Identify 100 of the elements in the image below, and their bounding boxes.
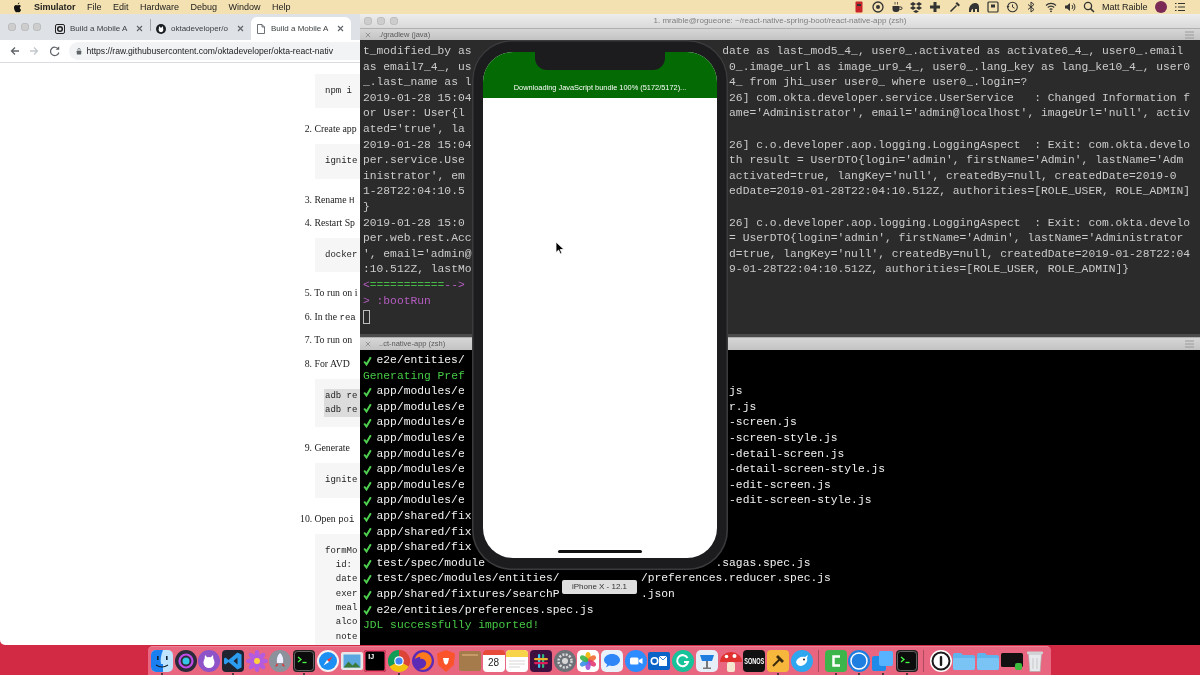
- address-field[interactable]: https://raw.githubusercontent.com/oktadeveloper/okta-react-nativ: [68, 42, 360, 60]
- terminal-text: -screen.js: [729, 415, 797, 431]
- bracket-icon[interactable]: [824, 650, 847, 672]
- text-cursor: [363, 309, 370, 324]
- terminal-text: 2019-01-28 15:04: [363, 90, 472, 106]
- wheel-icon[interactable]: [387, 650, 410, 672]
- ribbon-icon[interactable]: [222, 650, 245, 672]
- petals-icon[interactable]: [577, 650, 600, 672]
- terminal-icon[interactable]: [293, 650, 316, 672]
- menu-item[interactable]: Edit: [113, 0, 129, 14]
- document-icon: [256, 23, 266, 34]
- calendar-icon[interactable]: 28: [482, 650, 505, 672]
- check-icon: [363, 527, 372, 538]
- monitor-icon[interactable]: [1000, 650, 1023, 672]
- check-icon: [363, 449, 372, 460]
- podium-icon[interactable]: [695, 650, 718, 672]
- menu-item[interactable]: Hardware: [140, 0, 180, 14]
- step-text: 4. Restart Sp: [303, 216, 355, 231]
- terminal-text: ated='true', la: [363, 121, 465, 137]
- terminal-text: _.last_name as l: [363, 75, 472, 91]
- menu-item[interactable]: Window: [228, 0, 261, 14]
- picture-icon[interactable]: [340, 650, 363, 672]
- code-line: date: [334, 573, 358, 587]
- menu-item[interactable]: File: [87, 0, 102, 14]
- terminal-text: ame='Administrator', email='admin@localhost', imageUrl='null', activ: [729, 106, 1191, 122]
- check-icon: [363, 480, 372, 491]
- terminal-text: :10.512Z, lastMo: [363, 262, 472, 278]
- logo-icon[interactable]: SONOS: [743, 650, 766, 672]
- hash-icon[interactable]: [530, 650, 552, 672]
- bird-icon[interactable]: [790, 650, 813, 672]
- animal-icon[interactable]: [967, 1, 980, 13]
- check-icon: [363, 496, 372, 507]
- compass-icon[interactable]: [316, 650, 339, 672]
- user-name[interactable]: Matt Raible: [1102, 0, 1148, 14]
- terminal-text: Generating Pref: [363, 368, 465, 384]
- cross-icon[interactable]: [929, 1, 942, 13]
- gear-icon[interactable]: [553, 650, 576, 672]
- search-icon[interactable]: [1082, 1, 1095, 13]
- code-line: ignite: [325, 474, 358, 488]
- close-icon[interactable]: [237, 25, 244, 32]
- terminal-text: -edit-screen-style.js: [729, 493, 872, 509]
- terminal-text: inistrator', em: [363, 168, 465, 184]
- clock-icon[interactable]: [1006, 1, 1019, 13]
- terminal-text: per.service.Use: [363, 153, 465, 169]
- terminal-text: as email7_4_, us: [363, 59, 472, 75]
- terminal-text: app/modules/e: [376, 493, 465, 509]
- browser-tab[interactable]: Build a Mobile A: [251, 17, 351, 40]
- terminal-text: .sagas.spec.js: [715, 555, 811, 571]
- diamonds-icon[interactable]: [910, 1, 923, 13]
- arc-icon[interactable]: [672, 650, 695, 672]
- shield-icon[interactable]: [435, 650, 458, 672]
- cat-icon[interactable]: [198, 650, 221, 672]
- orb-icon[interactable]: [174, 650, 197, 672]
- browser-tab[interactable]: Build a Mobile A: [50, 17, 150, 40]
- cup-icon[interactable]: [891, 1, 904, 13]
- terminal-text: -detail-screen.js: [729, 446, 845, 462]
- back-icon[interactable]: [8, 45, 20, 57]
- ring-icon[interactable]: [848, 650, 871, 672]
- frame-icon[interactable]: [986, 1, 999, 13]
- terminal-text: 26] com.okta.developer.service.UserService : Changed Information f: [729, 90, 1191, 106]
- reload-icon[interactable]: [48, 45, 60, 57]
- swirl-icon[interactable]: [411, 650, 434, 672]
- code-line: npm i: [325, 85, 352, 98]
- check-icon: [363, 542, 372, 553]
- terminal-text: app/shared/fixtures/searchP: [376, 586, 560, 602]
- menu-item[interactable]: Debug: [190, 0, 218, 14]
- close-icon[interactable]: [337, 25, 344, 32]
- cat-icon: [156, 23, 166, 34]
- step-text: 3. Rename H: [303, 192, 355, 207]
- volume-icon[interactable]: [1063, 1, 1076, 13]
- chat-bubble-icon[interactable]: [601, 650, 624, 672]
- list-icon[interactable]: [1174, 1, 1186, 13]
- video-camera-icon[interactable]: [624, 650, 647, 672]
- face-icon[interactable]: [151, 650, 173, 672]
- terminal-text: app/modules/e: [376, 415, 465, 431]
- tool-icon[interactable]: [948, 1, 961, 13]
- terminal-icon[interactable]: [895, 650, 918, 672]
- flower-icon[interactable]: [245, 650, 268, 672]
- rocket-icon[interactable]: [269, 650, 292, 672]
- check-icon: [363, 387, 372, 397]
- wifi-icon[interactable]: [1044, 1, 1057, 13]
- terminal-text: e2e/entities/: [376, 353, 465, 368]
- terminal-text: th result = UserDTO{login='admin', firstName='Admin', lastName='Adm: [729, 153, 1184, 169]
- mouse-pointer-icon: [555, 241, 565, 255]
- app-menu[interactable]: Simulator: [34, 0, 76, 14]
- terminal-text: .json: [640, 586, 675, 602]
- close-icon[interactable]: [136, 25, 143, 32]
- keyhole-icon[interactable]: [929, 650, 952, 672]
- ring-icon[interactable]: [871, 1, 884, 13]
- check-icon: [363, 558, 372, 569]
- mushroom-icon[interactable]: [719, 650, 742, 672]
- terminal-text: app/modules/e: [376, 384, 465, 400]
- browser-tab[interactable]: oktadeveloper/o: [151, 17, 251, 40]
- avatar-icon[interactable]: [1154, 1, 1167, 13]
- step-text: 6. In the rea: [303, 309, 356, 324]
- terminal-text: }: [363, 199, 370, 215]
- envelope-icon[interactable]: [648, 650, 671, 672]
- menu-item[interactable]: Help: [272, 0, 291, 14]
- hammer-icon[interactable]: [766, 650, 789, 672]
- apple-icon[interactable]: [13, 1, 22, 13]
